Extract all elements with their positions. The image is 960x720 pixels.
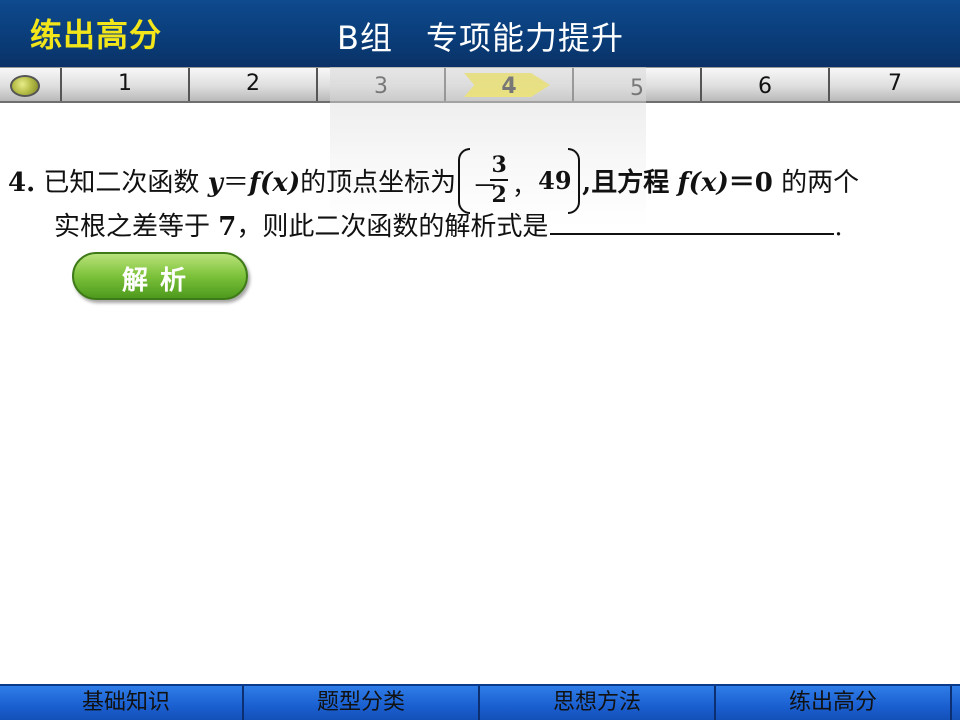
nav-thinking-methods[interactable]: 思想方法 (480, 686, 716, 720)
home-dot-icon[interactable] (10, 75, 40, 97)
question-tab-bar: 1 2 3 4 5 6 7 (0, 67, 960, 103)
section-title: 练出高分 (30, 16, 163, 54)
subsection-title: B组 专项能力提升 (337, 19, 624, 57)
tab-question-4[interactable]: 4 (444, 68, 572, 101)
question-line-2: 实根之差等于 7，则此二次函数的解析式是. (54, 211, 843, 242)
tab-question-6[interactable]: 6 (700, 68, 828, 101)
analysis-button-label: 解析 (121, 266, 198, 296)
tab-question-1[interactable]: 1 (60, 68, 188, 101)
bottom-nav: 基础知识 题型分类 思想方法 练出高分 (0, 684, 960, 720)
header-bar: 练出高分 B组 专项能力提升 (0, 0, 960, 67)
question-number: 4 (8, 168, 27, 198)
question-text: 已知二次函数 (43, 168, 200, 198)
fraction: 32 (490, 152, 509, 208)
nav-basic-knowledge[interactable]: 基础知识 (10, 686, 244, 720)
tab-question-2[interactable]: 2 (188, 68, 316, 101)
tab-question-3[interactable]: 3 (316, 68, 444, 101)
tab-question-7[interactable]: 7 (828, 68, 960, 101)
nav-question-types[interactable]: 题型分类 (244, 686, 480, 720)
nav-practice-high-score[interactable]: 练出高分 (716, 686, 952, 720)
tab-question-5[interactable]: 5 (572, 68, 700, 101)
answer-blank (550, 211, 835, 235)
analysis-button[interactable]: 解析 (72, 252, 248, 300)
